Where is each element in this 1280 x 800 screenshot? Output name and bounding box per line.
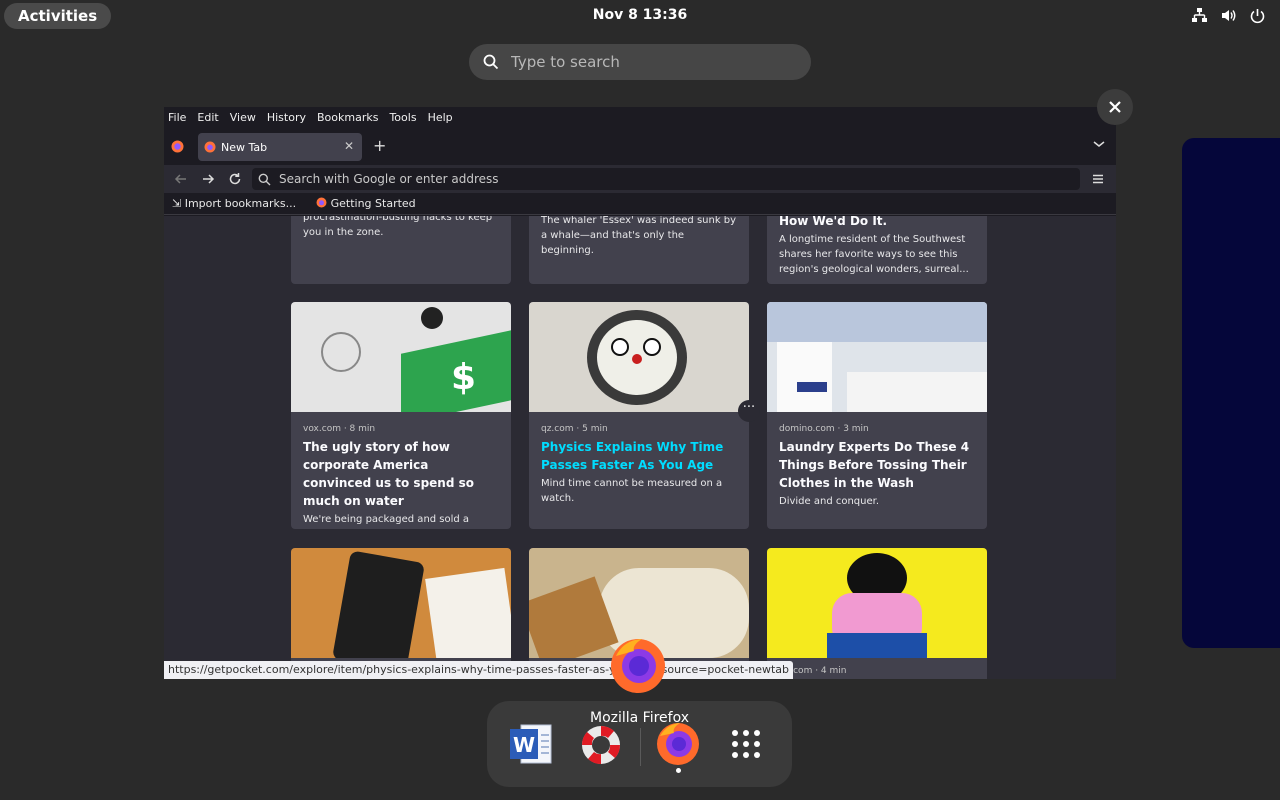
menu-file[interactable]: File (168, 111, 186, 124)
menu-view[interactable]: View (230, 111, 256, 124)
firefox-icon (204, 141, 216, 153)
firefox-icon (657, 723, 699, 765)
lifebuoy-icon (581, 725, 621, 765)
reload-icon[interactable] (227, 171, 243, 187)
import-bookmarks-link[interactable]: ⇲ Import bookmarks... (172, 197, 306, 210)
svg-text:W: W (513, 733, 535, 757)
context-menu-button[interactable]: ··· (738, 400, 760, 422)
story-title: The ugly story of how corporate America … (303, 440, 474, 508)
menu-edit[interactable]: Edit (197, 111, 218, 124)
menu-bookmarks[interactable]: Bookmarks (317, 111, 378, 124)
story-card[interactable]: How We'd Do It. A longtime resident of t… (767, 216, 987, 284)
system-tray[interactable] (1191, 7, 1266, 24)
menu-help[interactable]: Help (428, 111, 453, 124)
story-image (291, 548, 511, 658)
search-icon (483, 54, 499, 70)
dock-firefox-app[interactable] (653, 719, 703, 769)
story-desc: We're being packaged and sold a bottle/c… (303, 514, 470, 525)
overview-search[interactable] (469, 44, 811, 80)
search-input[interactable] (511, 53, 791, 71)
story-desc: procrastination-busting hacks to keep yo… (303, 216, 493, 238)
firefox-icon (316, 197, 327, 208)
new-tab-page: procrastination-busting hacks to keep yo… (164, 216, 1116, 679)
running-indicator (676, 768, 681, 773)
tab-new-tab[interactable]: New Tab ✕ (198, 133, 362, 161)
story-card[interactable]: qz.com · 5 min Physics Explains Why Time… (529, 302, 749, 529)
desktop: Activities Nov 8 13:36 File Edit View Hi… (0, 0, 1280, 800)
hamburger-menu-icon[interactable] (1090, 171, 1106, 187)
search-icon (258, 173, 271, 185)
chevron-down-icon[interactable] (1092, 137, 1106, 151)
story-source: qz.com · 5 min (541, 424, 608, 434)
bookmarks-toolbar: ⇲ Import bookmarks... Getting Started (164, 193, 1116, 215)
status-url: https://getpocket.com/explore/item/physi… (168, 663, 616, 676)
tab-bar: New Tab ✕ + (164, 127, 1116, 165)
story-card[interactable] (291, 548, 511, 679)
getting-started-link[interactable]: Getting Started (316, 197, 426, 210)
forward-icon[interactable] (200, 171, 216, 187)
story-desc: Mind time cannot be measured on a watch. (541, 478, 723, 504)
menu-tools[interactable]: Tools (389, 111, 416, 124)
close-tab-icon[interactable]: ✕ (344, 139, 354, 153)
getting-started-label: Getting Started (330, 197, 416, 210)
story-desc: Divide and conquer. (779, 496, 880, 507)
firefox-window-preview[interactable]: File Edit View History Bookmarks Tools H… (164, 107, 1116, 679)
dock-help-app[interactable] (576, 719, 626, 769)
clock[interactable]: Nov 8 13:36 (0, 7, 1280, 23)
tab-title: New Tab (221, 140, 268, 154)
back-icon[interactable] (173, 171, 189, 187)
story-desc: A longtime resident of the Southwest sha… (779, 234, 969, 275)
dock-word-app[interactable]: W (507, 719, 557, 769)
volume-icon (1220, 7, 1237, 24)
nav-bar: Search with Google or enter address (164, 165, 1116, 193)
story-source: ed.com · 4 min (779, 666, 847, 676)
story-card[interactable]: The whaler 'Essex' was indeed sunk by a … (529, 216, 749, 284)
link-status-bar: https://getpocket.com/explore/item/physi… (164, 661, 793, 679)
story-source: vox.com · 8 min (303, 424, 376, 434)
close-icon (1109, 101, 1121, 113)
top-bar: Activities Nov 8 13:36 (0, 0, 1280, 32)
story-title: Physics Explains Why Time Passes Faster … (541, 440, 724, 472)
story-card[interactable]: ed.com · 4 min (767, 548, 987, 679)
story-desc: The whaler 'Essex' was indeed sunk by a … (541, 216, 737, 256)
story-title: Laundry Experts Do These 4 Things Before… (779, 440, 970, 490)
show-apps-button[interactable] (721, 719, 771, 769)
story-card[interactable]: domino.com · 3 min Laundry Experts Do Th… (767, 302, 987, 529)
menu-history[interactable]: History (267, 111, 306, 124)
import-bookmarks-label: Import bookmarks... (184, 197, 297, 210)
network-icon (1191, 7, 1208, 24)
firefox-drag-icon (611, 639, 665, 693)
firefox-view-icon[interactable] (171, 140, 184, 153)
close-window-button[interactable] (1097, 89, 1133, 125)
story-card[interactable]: procrastination-busting hacks to keep yo… (291, 216, 511, 284)
story-image (529, 302, 749, 412)
story-image (767, 302, 987, 412)
dock-separator (640, 728, 641, 766)
url-placeholder: Search with Google or enter address (279, 172, 499, 186)
word-icon: W (510, 724, 552, 764)
app-grid-icon (732, 730, 760, 758)
story-card[interactable]: $ vox.com · 8 min The ugly story of how … (291, 302, 511, 529)
power-icon (1249, 7, 1266, 24)
url-bar[interactable]: Search with Google or enter address (252, 168, 1080, 190)
workspace-thumbnail[interactable] (1182, 138, 1280, 648)
story-title: How We'd Do It. (779, 216, 888, 228)
story-image: $ (291, 302, 511, 412)
story-source: domino.com · 3 min (779, 424, 869, 434)
menu-bar: File Edit View History Bookmarks Tools H… (164, 107, 1116, 127)
new-tab-button[interactable]: + (373, 136, 386, 155)
story-image (767, 548, 987, 658)
